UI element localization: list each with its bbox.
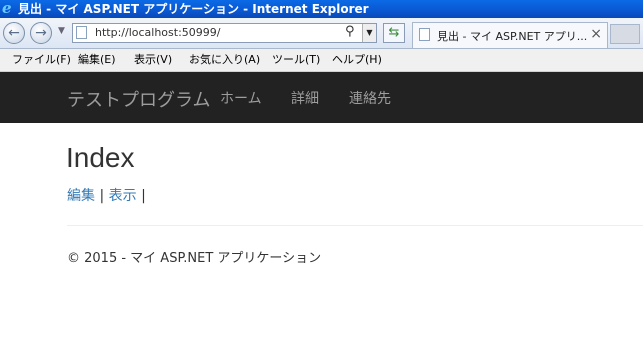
forward-arrow-icon: → [35, 25, 47, 41]
nav-home-link[interactable]: ホーム [220, 88, 262, 108]
edit-link[interactable]: 編集 [67, 188, 95, 204]
menu-edit[interactable]: 編集(E) [78, 49, 116, 71]
menu-bar: ファイル(F) 編集(E) 表示(V) お気に入り(A) ツール(T) ヘルプ(… [0, 49, 643, 72]
back-arrow-icon: ← [8, 25, 20, 41]
site-navbar: テストプログラム ホーム 詳細 連絡先 [0, 72, 643, 123]
address-bar[interactable]: http://localhost:50999/ ⚲ ▼ [72, 23, 377, 43]
menu-help[interactable]: ヘルプ(H) [332, 49, 382, 71]
refresh-button[interactable]: ⇆ [383, 23, 405, 43]
menu-tools[interactable]: ツール(T) [272, 49, 320, 71]
menu-favorites[interactable]: お気に入り(A) [189, 49, 260, 71]
footer-text: © 2015 - マイ ASP.NET アプリケーション [67, 251, 322, 266]
refresh-icon: ⇆ [388, 25, 400, 40]
address-input[interactable]: http://localhost:50999/ [95, 26, 220, 40]
tab-page-icon [419, 28, 430, 41]
nav-contact-link[interactable]: 連絡先 [349, 88, 391, 108]
page-title: Index [66, 142, 135, 173]
history-dropdown-icon[interactable]: ▼ [58, 26, 65, 36]
site-brand-link[interactable]: テストプログラム [67, 86, 210, 112]
window-titlebar: e 見出 - マイ ASP.NET アプリケーション - Internet Ex… [0, 0, 643, 18]
browser-tab[interactable]: 見出 - マイ ASP.NET アプリ... × [412, 22, 608, 48]
close-tab-icon[interactable]: × [590, 26, 602, 42]
internet-explorer-icon: e [2, 0, 12, 17]
nav-about-link[interactable]: 詳細 [291, 88, 319, 108]
divider [67, 225, 643, 226]
forward-button[interactable]: → [30, 22, 52, 44]
search-icon[interactable]: ⚲ [345, 24, 355, 39]
page-icon [76, 26, 87, 39]
separator: | [99, 188, 105, 204]
view-link[interactable]: 表示 [109, 188, 137, 204]
window-title: 見出 - マイ ASP.NET アプリケーション - Internet Expl… [18, 2, 369, 16]
action-links: 編集 | 表示 | [67, 185, 146, 205]
back-button[interactable]: ← [3, 22, 25, 44]
new-tab-button[interactable] [610, 24, 640, 44]
menu-file[interactable]: ファイル(F) [12, 49, 71, 71]
address-dropdown-icon[interactable]: ▼ [362, 24, 376, 42]
tab-title: 見出 - マイ ASP.NET アプリ... [437, 30, 588, 43]
browser-toolbar: ← → ▼ http://localhost:50999/ ⚲ ▼ ⇆ 見出 -… [0, 18, 643, 49]
separator: | [141, 188, 146, 204]
menu-view[interactable]: 表示(V) [134, 49, 172, 71]
